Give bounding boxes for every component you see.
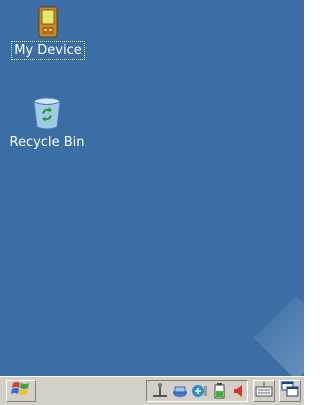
usb-connection-icon[interactable] xyxy=(151,382,169,400)
desktop-icon-label: My Device xyxy=(11,41,85,60)
volume-icon[interactable] xyxy=(231,382,249,400)
desktop-icon-my-device[interactable]: My Device xyxy=(8,6,88,60)
system-tray xyxy=(146,380,248,402)
taskbar xyxy=(0,376,304,405)
windows-switch-icon xyxy=(281,381,299,401)
desktop-icon-recycle-bin[interactable]: Recycle Bin xyxy=(5,96,89,151)
keyboard-button[interactable] xyxy=(253,380,275,402)
network-icon[interactable] xyxy=(171,382,189,400)
windows-flag-icon xyxy=(11,380,31,402)
battery-icon[interactable] xyxy=(211,382,229,400)
desktop-icon-label: Recycle Bin xyxy=(9,135,85,150)
desktop[interactable]: My Device Recycle Bin xyxy=(0,0,304,376)
keyboard-icon xyxy=(255,381,273,401)
recycle-bin-icon xyxy=(31,96,63,134)
start-button[interactable] xyxy=(6,380,36,402)
watermark-shape xyxy=(253,295,304,376)
pda-device-icon xyxy=(36,6,60,42)
wireless-icon[interactable] xyxy=(191,382,209,400)
window-switcher-button[interactable] xyxy=(279,380,301,402)
